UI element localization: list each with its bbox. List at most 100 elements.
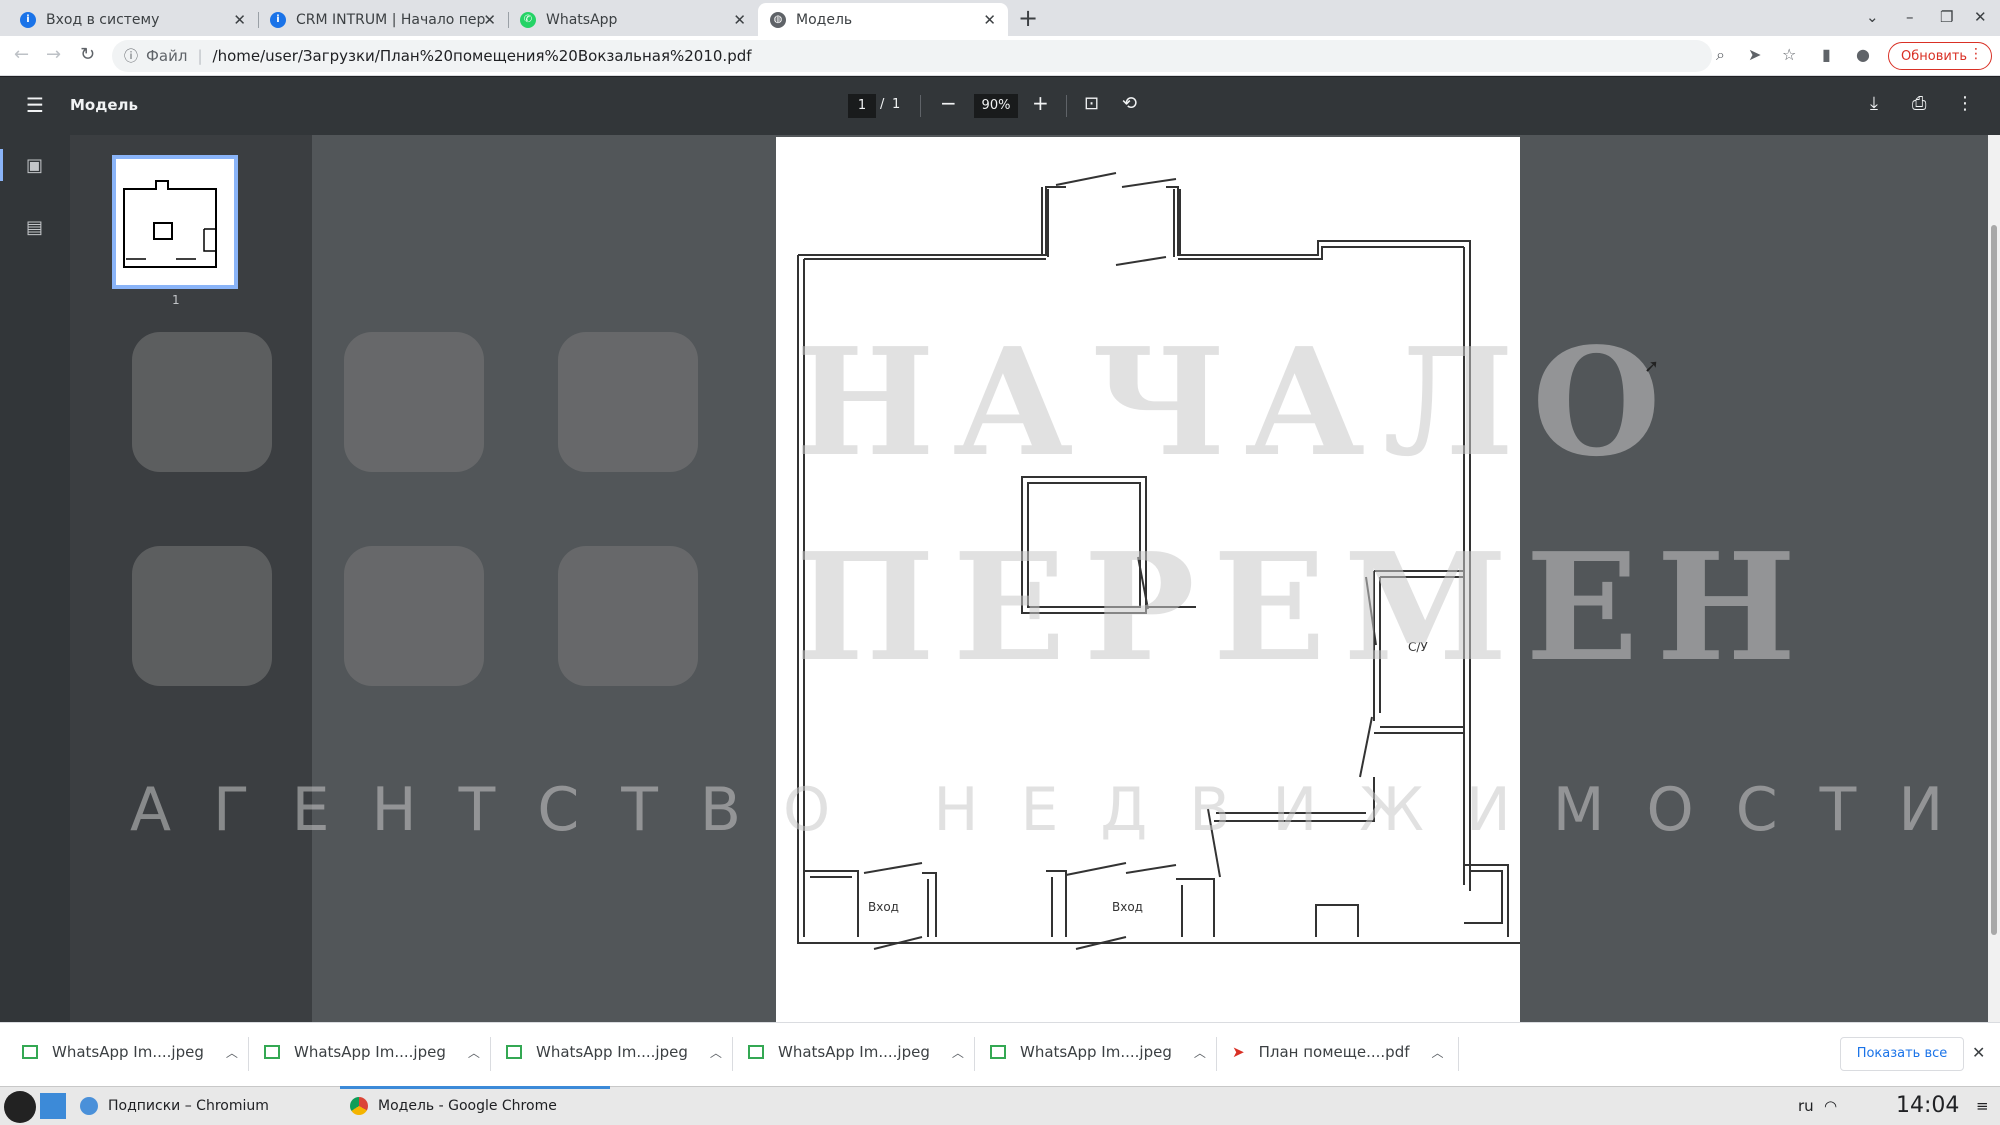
show-all-button[interactable]: Показать все (1840, 1037, 1964, 1071)
restore-icon[interactable]: ❐ (1940, 8, 1953, 26)
network-icon[interactable]: ◠ (1824, 1097, 1837, 1115)
zoom-input[interactable]: 90% (974, 94, 1018, 118)
download-icon[interactable]: ⤓ (1870, 93, 1878, 114)
tab-strip: i Вход в систему ✕ i CRM INTRUM | Начало… (0, 0, 2000, 36)
zoom-in-button[interactable]: + (1032, 91, 1049, 115)
zoom-icon[interactable]: ⌕ (1716, 45, 1725, 65)
watermark-line-3: АГЕНТСТВО НЕДВИЖИМОСТИ (130, 775, 1986, 845)
info-icon[interactable]: ⓘ (124, 46, 138, 66)
print-icon[interactable]: ⎙ (1912, 93, 1926, 114)
image-file-icon (990, 1045, 1006, 1059)
tab-model[interactable]: ◍ Модель ✕ (758, 3, 1008, 36)
taskbar-item-chromium[interactable]: Подписки – Chromium (80, 1097, 269, 1115)
close-window-icon[interactable]: ✕ (1974, 8, 1987, 26)
tray-menu-icon[interactable]: ≡ (1976, 1097, 1989, 1115)
outline-icon[interactable]: ▤ (26, 217, 43, 238)
download-divider (1458, 1037, 1459, 1071)
send-icon[interactable]: ➤ (1748, 45, 1761, 64)
intrum-icon: i (270, 11, 286, 28)
image-file-icon (22, 1045, 38, 1059)
mouse-cursor-icon: ➚ (1644, 356, 1660, 377)
start-menu-icon[interactable] (4, 1091, 36, 1123)
address-bar[interactable]: ⓘ Файл | /home/user/Загрузки/План%20поме… (112, 40, 1712, 72)
watermark-line-2: ПЕРЕМЕН (795, 520, 1815, 694)
download-shelf: WhatsApp Im....jpeg ︿ WhatsApp Im....jpe… (0, 1022, 2000, 1086)
scrollbar-thumb[interactable] (1991, 225, 1997, 935)
download-filename: WhatsApp Im....jpeg (294, 1043, 446, 1061)
download-divider (248, 1037, 249, 1071)
pdf-file-icon: ➤ (1232, 1043, 1245, 1061)
chevron-up-icon[interactable]: ︿ (710, 1044, 722, 1061)
chromium-icon (80, 1097, 98, 1115)
entrance-label: Вход (868, 900, 899, 914)
download-item[interactable]: WhatsApp Im....jpeg ︿ (22, 1043, 238, 1061)
clock[interactable]: 14:04 (1896, 1093, 1959, 1118)
tab-whatsapp[interactable]: ✆ WhatsApp ✕ (508, 3, 758, 36)
close-icon[interactable]: ✕ (983, 11, 996, 29)
entrance-label: Вход (1112, 900, 1143, 914)
watermark-shape (558, 546, 698, 686)
bookmark-star-icon[interactable]: ☆ (1782, 45, 1796, 64)
taskbar-label: Модель - Google Chrome (378, 1098, 557, 1114)
more-options-icon[interactable]: ⋮ (1956, 93, 1974, 114)
download-divider (732, 1037, 733, 1071)
minimize-icon[interactable]: – (1906, 8, 1914, 26)
image-file-icon (264, 1045, 280, 1059)
globe-icon: ◍ (770, 11, 786, 28)
download-item[interactable]: WhatsApp Im....jpeg ︿ (748, 1043, 964, 1061)
close-icon[interactable]: ✕ (233, 11, 246, 29)
download-filename: План помеще....pdf (1258, 1043, 1410, 1061)
page-thumbnail[interactable] (112, 155, 238, 289)
vertical-scrollbar[interactable] (1988, 135, 2000, 1022)
menu-icon[interactable]: ☰ (26, 93, 44, 117)
thumbnails-icon[interactable]: ▣ (26, 155, 43, 176)
fit-page-icon[interactable]: ⊡ (1084, 93, 1099, 114)
close-icon[interactable]: ✕ (733, 11, 746, 29)
tab-login[interactable]: i Вход в систему ✕ (8, 3, 258, 36)
update-button[interactable]: Обновить ⋮ (1888, 42, 1992, 70)
reload-icon[interactable]: ↻ (80, 44, 95, 65)
update-label: Обновить (1901, 48, 1968, 64)
page-separator: / (880, 97, 885, 112)
chevron-up-icon[interactable]: ︿ (1194, 1044, 1206, 1061)
new-tab-button[interactable]: + (1018, 4, 1038, 32)
sidebar-rail (0, 135, 70, 1022)
download-filename: WhatsApp Im....jpeg (52, 1043, 204, 1061)
page-number-input[interactable]: 1 (848, 94, 876, 118)
rotate-icon[interactable]: ⟲ (1122, 93, 1137, 114)
watermark-shape (344, 332, 484, 472)
download-divider (490, 1037, 491, 1071)
taskbar-item-chrome[interactable]: Модель - Google Chrome (340, 1086, 610, 1115)
whatsapp-icon: ✆ (520, 11, 536, 28)
download-item[interactable]: WhatsApp Im....jpeg ︿ (506, 1043, 722, 1061)
pdf-toolbar: ☰ Модель 1 / 1 − 90% + ⊡ ⟲ ⤓ ⎙ ⋮ (0, 77, 2000, 135)
back-icon[interactable]: ← (14, 44, 29, 65)
download-item[interactable]: ➤ План помеще....pdf ︿ (1232, 1043, 1444, 1061)
keyboard-layout[interactable]: ru (1798, 1097, 1814, 1115)
download-divider (974, 1037, 975, 1071)
forward-icon[interactable]: → (46, 44, 61, 65)
profile-icon[interactable]: ● (1856, 45, 1870, 64)
address-divider: | (197, 47, 203, 65)
menu-dots-icon: ⋮ (1969, 46, 1983, 62)
side-panel-icon[interactable]: ▮ (1822, 45, 1831, 64)
tab-search-icon[interactable]: ⌄ (1866, 8, 1879, 26)
thumbnail-label: 1 (172, 293, 180, 307)
chevron-up-icon[interactable]: ︿ (1432, 1044, 1444, 1061)
tab-crm[interactable]: i CRM INTRUM | Начало пере ✕ (258, 3, 508, 36)
chevron-up-icon[interactable]: ︿ (952, 1044, 964, 1061)
pdf-title: Модель (70, 96, 138, 114)
toolbar-divider (1066, 95, 1067, 117)
close-icon[interactable]: ✕ (1972, 1043, 1985, 1062)
show-desktop-icon[interactable] (40, 1093, 66, 1119)
page-total: 1 (892, 97, 901, 112)
active-indicator (0, 149, 3, 181)
url-text[interactable]: /home/user/Загрузки/План%20помещения%20В… (213, 47, 752, 65)
chevron-up-icon[interactable]: ︿ (468, 1044, 480, 1061)
download-item[interactable]: WhatsApp Im....jpeg ︿ (264, 1043, 480, 1061)
close-icon[interactable]: ✕ (483, 11, 496, 29)
zoom-out-button[interactable]: − (940, 91, 957, 115)
download-item[interactable]: WhatsApp Im....jpeg ︿ (990, 1043, 1206, 1061)
chevron-up-icon[interactable]: ︿ (226, 1044, 238, 1061)
watermark-shape (344, 546, 484, 686)
